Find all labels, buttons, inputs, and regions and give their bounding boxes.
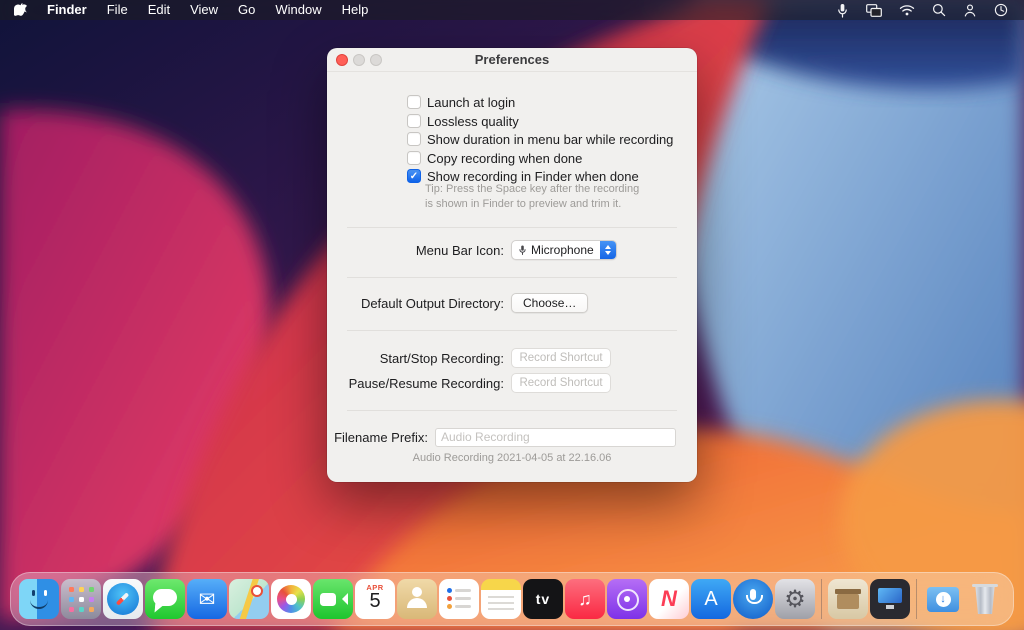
popup-stepper — [599, 241, 616, 259]
spotlight-icon[interactable] — [932, 3, 946, 17]
dock-icon-launchpad[interactable] — [61, 579, 101, 619]
dock-icon-reminders[interactable] — [439, 579, 479, 619]
dock-icon-appstore[interactable] — [691, 579, 731, 619]
calendar-day: 5 — [369, 590, 381, 612]
preferences-window: Preferences Launch at login Lossless qua… — [327, 48, 697, 482]
dock-icon-contacts[interactable] — [397, 579, 437, 619]
dock-icon-messages[interactable] — [145, 579, 185, 619]
dock-icon-facetime[interactable] — [313, 579, 353, 619]
menu-item-file[interactable]: File — [97, 0, 138, 20]
screen-mirroring-icon[interactable] — [866, 3, 882, 17]
start-stop-label: Start/Stop Recording: — [379, 350, 504, 366]
dock-icon-safari[interactable] — [103, 579, 143, 619]
dock-icon-label: tv — [535, 591, 551, 607]
dock-icon-photos[interactable] — [271, 579, 311, 619]
checkbox-row-launch-at-login: Launch at login — [407, 94, 515, 110]
dock-icon-monitor[interactable] — [870, 579, 910, 619]
popup-selected-value: Microphone — [531, 243, 594, 257]
pause-resume-record-shortcut-button[interactable]: Record Shortcut — [511, 373, 611, 393]
menu-item-help[interactable]: Help — [332, 0, 379, 20]
divider — [347, 410, 677, 411]
output-directory-row: Default Output Directory: Choose… — [327, 292, 697, 314]
start-stop-shortcut-row: Start/Stop Recording: Record Shortcut — [327, 347, 697, 369]
menu-bar-icon-popup[interactable]: Microphone — [511, 240, 617, 260]
minimize-button[interactable] — [353, 54, 365, 66]
checkbox-label[interactable]: Copy recording when done — [427, 151, 582, 166]
dock-icon-calendar[interactable]: APR 5 — [355, 579, 395, 619]
tip-text: Tip: Press the Space key after the recor… — [425, 182, 675, 212]
choose-directory-button[interactable]: Choose… — [511, 293, 589, 313]
microphone-icon[interactable] — [836, 3, 849, 18]
dock-icon-trash[interactable] — [965, 579, 1005, 619]
menu-item-window[interactable]: Window — [265, 0, 331, 20]
tip-line-2: is shown in Finder to preview and trim i… — [425, 197, 622, 210]
dock-icon-maps[interactable] — [229, 579, 269, 619]
dock-icon-podcasts[interactable] — [607, 579, 647, 619]
checkbox-row-lossless-quality: Lossless quality — [407, 113, 519, 129]
clock-icon[interactable] — [994, 3, 1008, 17]
menu-bar-status-area — [836, 3, 1012, 18]
divider — [347, 330, 677, 331]
dock-icon-notes[interactable] — [481, 579, 521, 619]
traffic-lights — [336, 54, 382, 66]
output-directory-label: Default Output Directory: — [360, 295, 504, 311]
dock-icon-mail[interactable] — [187, 579, 227, 619]
filename-prefix-label: Filename Prefix: — [334, 429, 428, 445]
menu-item-edit[interactable]: Edit — [138, 0, 180, 20]
apple-icon — [14, 3, 27, 16]
zoom-button[interactable] — [370, 54, 382, 66]
checkbox-label[interactable]: Lossless quality — [427, 114, 519, 129]
menu-bar: Finder File Edit View Go Window Help — [0, 0, 1024, 20]
checkbox-label[interactable]: Launch at login — [427, 95, 515, 110]
dock-icon-recorder[interactable] — [733, 579, 773, 619]
launch-at-login-checkbox[interactable] — [407, 95, 421, 109]
divider — [347, 227, 677, 228]
copy-recording-checkbox[interactable] — [407, 151, 421, 165]
dock-icon-music[interactable] — [565, 579, 605, 619]
window-title: Preferences — [474, 52, 550, 67]
apple-menu[interactable] — [12, 3, 37, 17]
filename-prefix-row: Filename Prefix: — [327, 426, 697, 448]
close-button[interactable] — [336, 54, 348, 66]
dock-separator — [821, 579, 822, 619]
desktop: Finder File Edit View Go Window Help Pre… — [0, 0, 1024, 630]
user-icon[interactable] — [963, 3, 977, 17]
dock: APR5 tv — [10, 572, 1014, 626]
dock-icon-archive[interactable] — [828, 579, 868, 619]
divider — [347, 277, 677, 278]
show-duration-checkbox[interactable] — [407, 132, 421, 146]
chevron-up-icon — [604, 245, 611, 249]
dock-icon-finder[interactable] — [19, 579, 59, 619]
menu-item-view[interactable]: View — [180, 0, 228, 20]
menu-bar-icon-label: Menu Bar Icon: — [415, 242, 504, 258]
dock-icon-tv[interactable]: tv — [523, 579, 563, 619]
checkbox-label[interactable]: Show duration in menu bar while recordin… — [427, 132, 673, 147]
pause-resume-label: Pause/Resume Recording: — [348, 375, 504, 391]
menu-item-finder[interactable]: Finder — [37, 0, 97, 20]
filename-example-text: Audio Recording 2021-04-05 at 22.16.06 — [412, 452, 612, 464]
pause-resume-shortcut-row: Pause/Resume Recording: Record Shortcut — [327, 372, 697, 394]
microphone-icon — [519, 245, 526, 256]
show-in-finder-checkbox[interactable] — [407, 169, 421, 183]
start-stop-record-shortcut-button[interactable]: Record Shortcut — [511, 348, 611, 368]
lossless-quality-checkbox[interactable] — [407, 114, 421, 128]
checkbox-row-copy-recording: Copy recording when done — [407, 150, 582, 166]
window-titlebar[interactable]: Preferences — [327, 48, 697, 72]
dock-icon-downloads[interactable] — [923, 579, 963, 619]
menu-bar-icon-row: Menu Bar Icon: Microphone — [327, 239, 697, 261]
dock-separator — [916, 579, 917, 619]
wifi-icon[interactable] — [899, 4, 915, 16]
chevron-down-icon — [604, 251, 611, 255]
tip-line-1: Tip: Press the Space key after the recor… — [425, 183, 640, 195]
dock-icon-settings[interactable] — [775, 579, 815, 619]
dock-icon-news[interactable] — [649, 579, 689, 619]
menu-item-go[interactable]: Go — [228, 0, 265, 20]
filename-prefix-input[interactable] — [435, 427, 676, 447]
checkbox-row-show-duration: Show duration in menu bar while recordin… — [407, 131, 673, 147]
